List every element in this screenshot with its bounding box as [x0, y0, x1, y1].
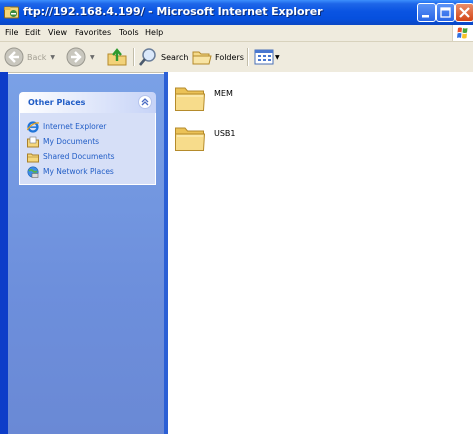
- place-my-network-places[interactable]: My Network Places: [20, 164, 155, 179]
- maximize-button[interactable]: [436, 3, 455, 22]
- up-folder-icon: [107, 48, 127, 66]
- forward-button[interactable]: ▼: [66, 46, 95, 68]
- menu-tools[interactable]: Tools: [119, 28, 139, 37]
- back-label: Back: [27, 52, 47, 62]
- menu-file[interactable]: File: [5, 28, 18, 37]
- search-button[interactable]: Search: [138, 46, 188, 68]
- views-button[interactable]: ▼: [254, 46, 280, 68]
- back-arrow-icon: [4, 47, 24, 67]
- place-label: Shared Documents: [43, 152, 115, 161]
- forward-dropdown-icon[interactable]: ▼: [90, 54, 95, 61]
- menu-help[interactable]: Help: [145, 28, 163, 37]
- menu-favorites[interactable]: Favorites: [75, 28, 111, 37]
- place-label: My Documents: [43, 137, 100, 146]
- folder-name: USB1: [214, 129, 236, 138]
- up-folder-button[interactable]: [106, 46, 128, 68]
- window-left-edge: [0, 72, 8, 434]
- close-button[interactable]: [455, 3, 473, 22]
- other-places-list: Internet Explorer My Documents Shared Do…: [19, 113, 156, 185]
- minimize-button[interactable]: [417, 3, 436, 22]
- views-dropdown-icon[interactable]: ▼: [275, 54, 280, 61]
- folder-item-usb1[interactable]: USB1: [174, 124, 236, 152]
- folders-label: Folders: [215, 52, 244, 62]
- place-label: Internet Explorer: [43, 122, 107, 131]
- toolbar-separator: [247, 48, 249, 66]
- close-icon: [459, 7, 470, 18]
- ie-window: ftp://192.168.4.199/ - Microsoft Interne…: [0, 0, 473, 434]
- task-pane: Other Places Internet Explorer My Docume…: [8, 74, 164, 434]
- folder-item-mem[interactable]: MEM: [174, 84, 233, 112]
- toolbar: Back ▼ ▼ Search Folders ▼: [0, 42, 473, 73]
- other-places-title: Other Places: [28, 98, 86, 107]
- file-list-view[interactable]: MEM USB1: [168, 72, 473, 434]
- network-places-icon: [27, 166, 39, 178]
- forward-arrow-icon: [66, 47, 86, 67]
- shared-documents-icon: [27, 153, 39, 162]
- minimize-icon: [422, 15, 429, 18]
- ftp-folder-icon: [4, 6, 19, 19]
- window-title: ftp://192.168.4.199/ - Microsoft Interne…: [23, 5, 323, 18]
- toolbar-separator: [133, 48, 135, 66]
- folders-button[interactable]: Folders: [192, 46, 244, 68]
- menu-bar: File Edit View Favorites Tools Help: [0, 25, 473, 42]
- place-internet-explorer[interactable]: Internet Explorer: [20, 119, 155, 134]
- folder-name: MEM: [214, 89, 233, 98]
- folders-icon: [192, 51, 212, 65]
- menu-view[interactable]: View: [48, 28, 67, 37]
- internet-explorer-icon: [27, 120, 39, 133]
- menu-edit[interactable]: Edit: [25, 28, 41, 37]
- folder-icon: [175, 87, 206, 111]
- place-label: My Network Places: [43, 167, 114, 176]
- maximize-icon: [440, 7, 451, 18]
- windows-logo-icon: [452, 25, 473, 41]
- views-icon: [254, 49, 274, 65]
- other-places-panel: Other Places Internet Explorer My Docume…: [19, 92, 156, 185]
- title-bar[interactable]: ftp://192.168.4.199/ - Microsoft Interne…: [0, 0, 473, 25]
- search-label: Search: [161, 52, 189, 62]
- folder-icon: [175, 127, 206, 151]
- my-documents-icon: [27, 136, 39, 147]
- back-button[interactable]: Back ▼: [4, 46, 55, 68]
- other-places-header[interactable]: Other Places: [19, 92, 156, 113]
- collapse-chevron-icon[interactable]: [138, 95, 152, 109]
- back-dropdown-icon[interactable]: ▼: [50, 54, 55, 61]
- search-icon: [139, 48, 156, 66]
- place-my-documents[interactable]: My Documents: [20, 134, 155, 149]
- place-shared-documents[interactable]: Shared Documents: [20, 149, 155, 164]
